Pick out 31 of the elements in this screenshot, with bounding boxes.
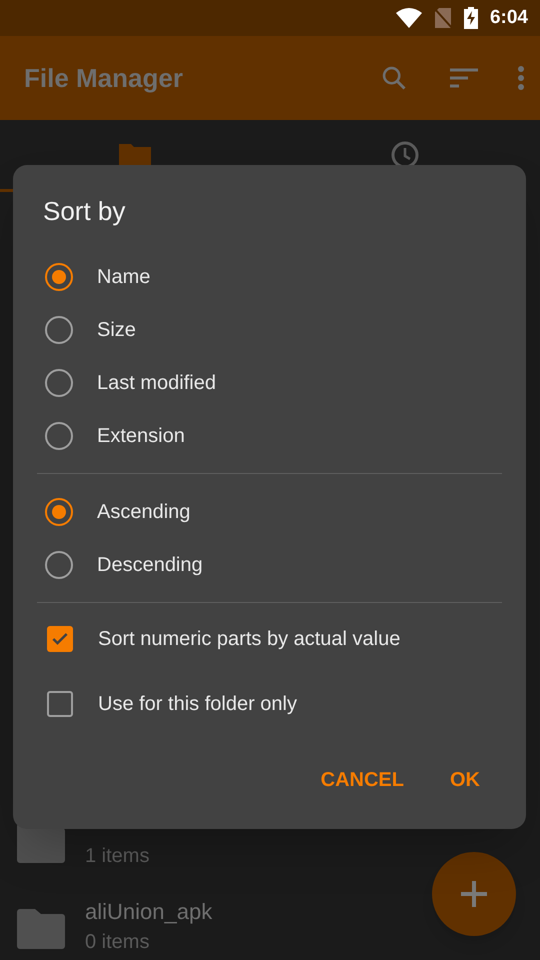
item-count: 1 items bbox=[85, 844, 150, 869]
checkbox[interactable] bbox=[47, 626, 73, 652]
radio-option[interactable]: Descending bbox=[13, 538, 526, 591]
plus-icon bbox=[461, 881, 487, 907]
wifi-icon bbox=[396, 8, 422, 28]
clock: 6:04 bbox=[490, 6, 528, 30]
radio-option[interactable]: Extension bbox=[13, 409, 526, 462]
battery-charging-icon bbox=[464, 7, 478, 29]
file-name: aliUnion_apk bbox=[85, 898, 212, 926]
radio-button[interactable] bbox=[45, 550, 73, 578]
radio-option[interactable]: Last modified bbox=[13, 356, 526, 409]
checkbox-label: Sort numeric parts by actual value bbox=[98, 626, 400, 652]
radio-button[interactable] bbox=[45, 368, 73, 396]
no-sim-icon bbox=[434, 7, 452, 29]
folder-icon bbox=[17, 909, 65, 949]
folder-icon bbox=[119, 142, 151, 168]
dialog-title: Sort by bbox=[43, 195, 126, 227]
search-icon[interactable] bbox=[380, 64, 408, 92]
item-count: 0 items bbox=[85, 930, 150, 955]
sort-icon[interactable] bbox=[450, 68, 478, 88]
radio-button[interactable] bbox=[45, 316, 73, 344]
radio-button[interactable] bbox=[45, 422, 73, 450]
radio-button[interactable] bbox=[45, 498, 73, 526]
radio-option[interactable]: Ascending bbox=[13, 485, 526, 538]
radio-option[interactable]: Size bbox=[13, 303, 526, 356]
checkbox-label: Use for this folder only bbox=[98, 692, 297, 716]
radio-option[interactable]: Name bbox=[13, 250, 526, 303]
app-title: File Manager bbox=[24, 62, 184, 94]
checkbox[interactable] bbox=[47, 690, 73, 716]
more-icon[interactable] bbox=[518, 66, 524, 90]
radio-button[interactable] bbox=[45, 262, 73, 290]
